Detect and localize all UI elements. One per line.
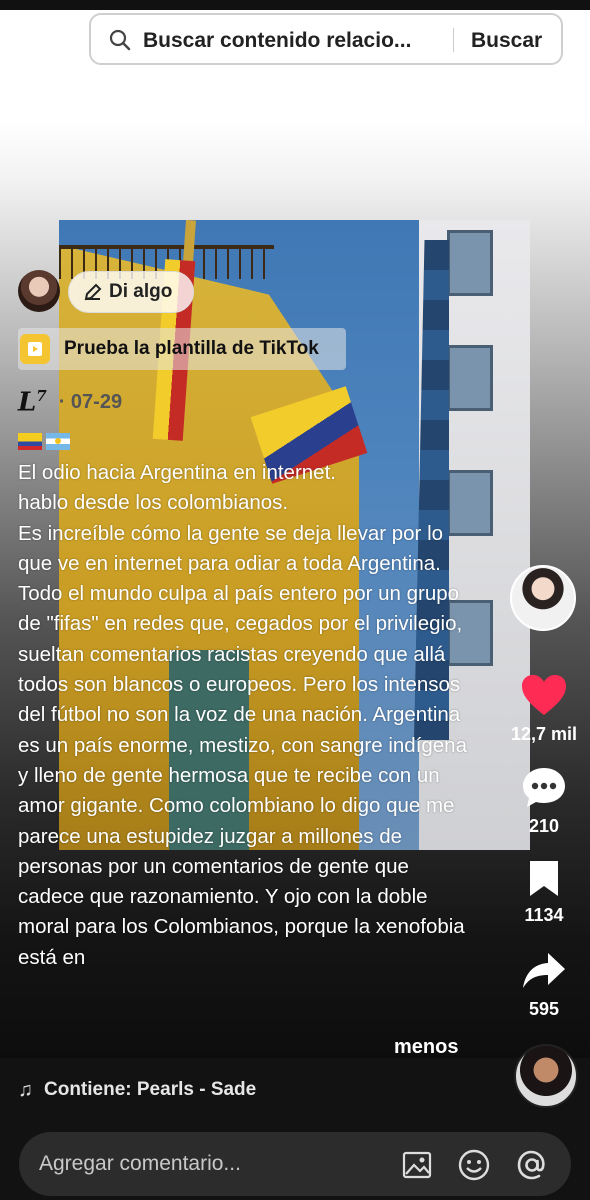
like-count: 12,7 mil: [510, 724, 578, 744]
search-box[interactable]: Buscar contenido relacio... Buscar: [89, 13, 563, 65]
brand-logo: L7: [18, 386, 47, 418]
comment-placeholder: Agregar comentario...: [39, 1152, 241, 1175]
top-bar: Buscar contenido relacio... Buscar: [0, 10, 590, 72]
save-button[interactable]: 1134: [508, 858, 580, 926]
back-arrow-icon[interactable]: [24, 22, 70, 62]
search-icon: [109, 29, 131, 51]
mention-icon[interactable]: [515, 1148, 549, 1182]
bookmark-icon: [530, 861, 558, 896]
post-date: · 07-29: [58, 390, 123, 413]
colombia-flag-icon: [18, 433, 42, 450]
template-label: Prueba la plantilla de TikTok: [64, 338, 319, 359]
template-icon: [20, 334, 50, 364]
share-button[interactable]: 595: [508, 950, 580, 1020]
share-count: 595: [528, 999, 560, 1019]
author-avatar[interactable]: [18, 270, 60, 312]
post-meta: L7 · 07-29: [18, 386, 122, 418]
comment-icon: [523, 768, 565, 807]
search-divider: [453, 28, 454, 52]
pencil-icon: [84, 283, 102, 301]
template-banner[interactable]: Prueba la plantilla de TikTok: [18, 328, 346, 370]
flag-emojis: [18, 433, 70, 450]
argentina-flag-icon: [46, 433, 70, 450]
music-bar[interactable]: ♫ Contiene: Pearls - Sade: [0, 1058, 590, 1124]
share-icon: [523, 953, 565, 988]
say-something-button[interactable]: Di algo: [68, 271, 194, 313]
show-less-button[interactable]: menos: [394, 1036, 458, 1059]
save-count: 1134: [524, 905, 564, 925]
heart-icon: [522, 675, 566, 715]
music-note-icon: ♫: [18, 1079, 33, 1101]
creator-avatar[interactable]: [510, 565, 576, 631]
comment-input[interactable]: Agregar comentario...: [19, 1132, 571, 1196]
like-button[interactable]: 12,7 mil: [508, 673, 580, 745]
status-bar: [0, 0, 590, 10]
comment-count: 210: [528, 816, 560, 836]
search-button[interactable]: Buscar: [471, 29, 542, 53]
say-something-label: Di algo: [109, 281, 173, 302]
music-label: Contiene: Pearls - Sade: [44, 1079, 257, 1100]
author-row: Di algo: [18, 270, 318, 316]
comment-bar: Agregar comentario...: [0, 1124, 590, 1200]
post-caption: El odio hacia Argentina en internet. hab…: [18, 461, 467, 969]
emoji-icon[interactable]: [457, 1148, 491, 1182]
search-input[interactable]: Buscar contenido relacio...: [143, 29, 411, 53]
comment-button[interactable]: 210: [508, 765, 580, 837]
image-icon[interactable]: [400, 1148, 434, 1182]
music-disc-avatar[interactable]: [514, 1044, 578, 1108]
